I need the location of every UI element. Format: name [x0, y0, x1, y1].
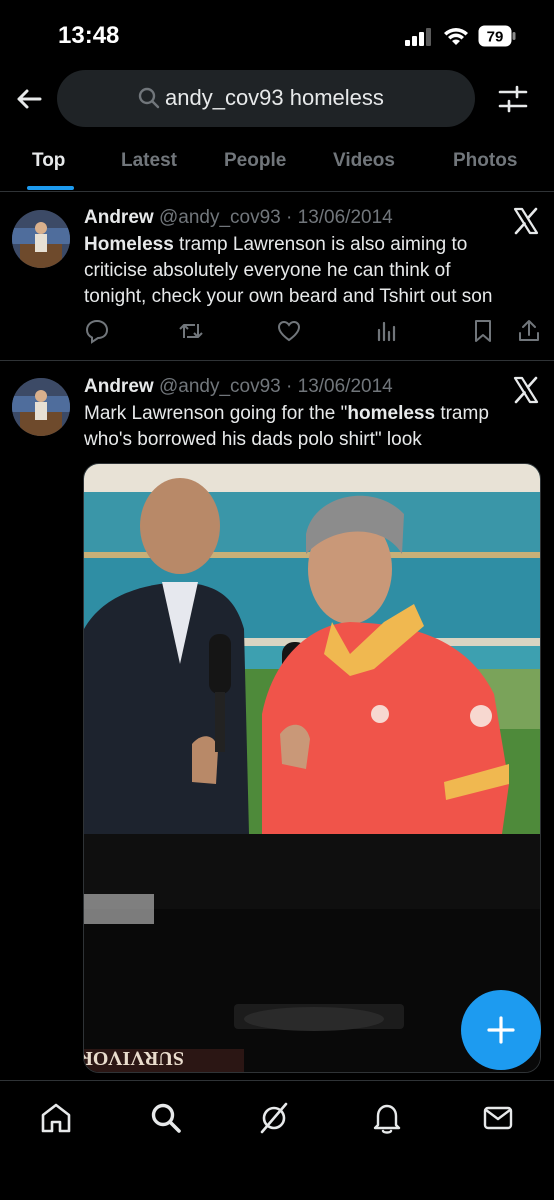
messages-icon[interactable] [481, 1101, 515, 1135]
reply-icon[interactable] [84, 318, 110, 344]
tweet-text: Homeless tramp Lawrenson is also aiming … [84, 232, 514, 310]
author-name[interactable]: Andrew [84, 207, 154, 228]
retweet-icon[interactable] [178, 318, 204, 344]
signal-icon [405, 28, 431, 46]
tweet-text: Mark Lawrenson going for the "homeless t… [84, 401, 514, 453]
views-icon[interactable] [374, 318, 400, 344]
x-logo-icon [513, 376, 539, 404]
search-icon[interactable] [149, 1101, 183, 1135]
bottom-navigation [0, 1080, 554, 1200]
tab-latest[interactable]: Latest [121, 150, 177, 172]
notifications-icon[interactable] [370, 1101, 404, 1135]
bookmark-icon[interactable] [470, 318, 496, 344]
search-input[interactable]: andy_cov93 homeless [57, 70, 475, 127]
tweet-header: Andrew @andy_cov93 · 13/06/2014 [84, 376, 393, 398]
search-query: andy_cov93 homeless [165, 85, 384, 110]
tweet-header: Andrew @andy_cov93 · 13/06/2014 [84, 207, 393, 229]
highlight-term: Homeless [84, 234, 174, 255]
status-bar: 13:48 79 [0, 0, 554, 70]
tweet-actions [84, 318, 544, 348]
author-handle[interactable]: @andy_cov93 [159, 376, 281, 397]
tab-people[interactable]: People [224, 150, 286, 172]
highlight-term: homeless [347, 403, 436, 424]
search-header: andy_cov93 homeless [0, 70, 554, 128]
status-time: 13:48 [58, 22, 120, 49]
grok-icon[interactable] [257, 1101, 291, 1135]
author-name[interactable]: Andrew [84, 376, 154, 397]
photo-caption-text: SURVIVORS [84, 1047, 184, 1069]
active-tab-indicator [27, 186, 74, 190]
tweet[interactable]: Andrew @andy_cov93 · 13/06/2014 Homeless… [0, 193, 554, 361]
x-logo-icon [513, 207, 539, 235]
back-arrow-icon[interactable] [12, 82, 46, 116]
compose-button[interactable] [461, 990, 541, 1070]
wifi-icon [444, 28, 468, 45]
avatar[interactable] [12, 378, 70, 436]
search-tabs: Top Latest People Videos Photos [0, 128, 554, 192]
home-icon[interactable] [39, 1101, 73, 1135]
tweet-date: · 13/06/2014 [286, 207, 393, 228]
tab-photos[interactable]: Photos [453, 150, 517, 172]
like-icon[interactable] [276, 318, 302, 344]
author-handle[interactable]: @andy_cov93 [159, 207, 281, 228]
photo-content: SURVIVORS [84, 464, 540, 1072]
tweet-photo[interactable]: SURVIVORS [83, 463, 541, 1073]
tweet-date: · 13/06/2014 [286, 376, 393, 397]
search-icon [138, 87, 160, 109]
tab-top[interactable]: Top [32, 150, 65, 172]
filter-settings-icon[interactable] [496, 82, 530, 116]
share-icon[interactable] [516, 318, 542, 344]
tab-videos[interactable]: Videos [333, 150, 395, 172]
battery-level: 79 [487, 29, 504, 46]
compose-plus-icon [487, 1016, 515, 1044]
battery-icon: 79 [478, 25, 516, 47]
avatar[interactable] [12, 210, 70, 268]
tweet-text-segment: Mark Lawrenson going for the " [84, 403, 348, 424]
